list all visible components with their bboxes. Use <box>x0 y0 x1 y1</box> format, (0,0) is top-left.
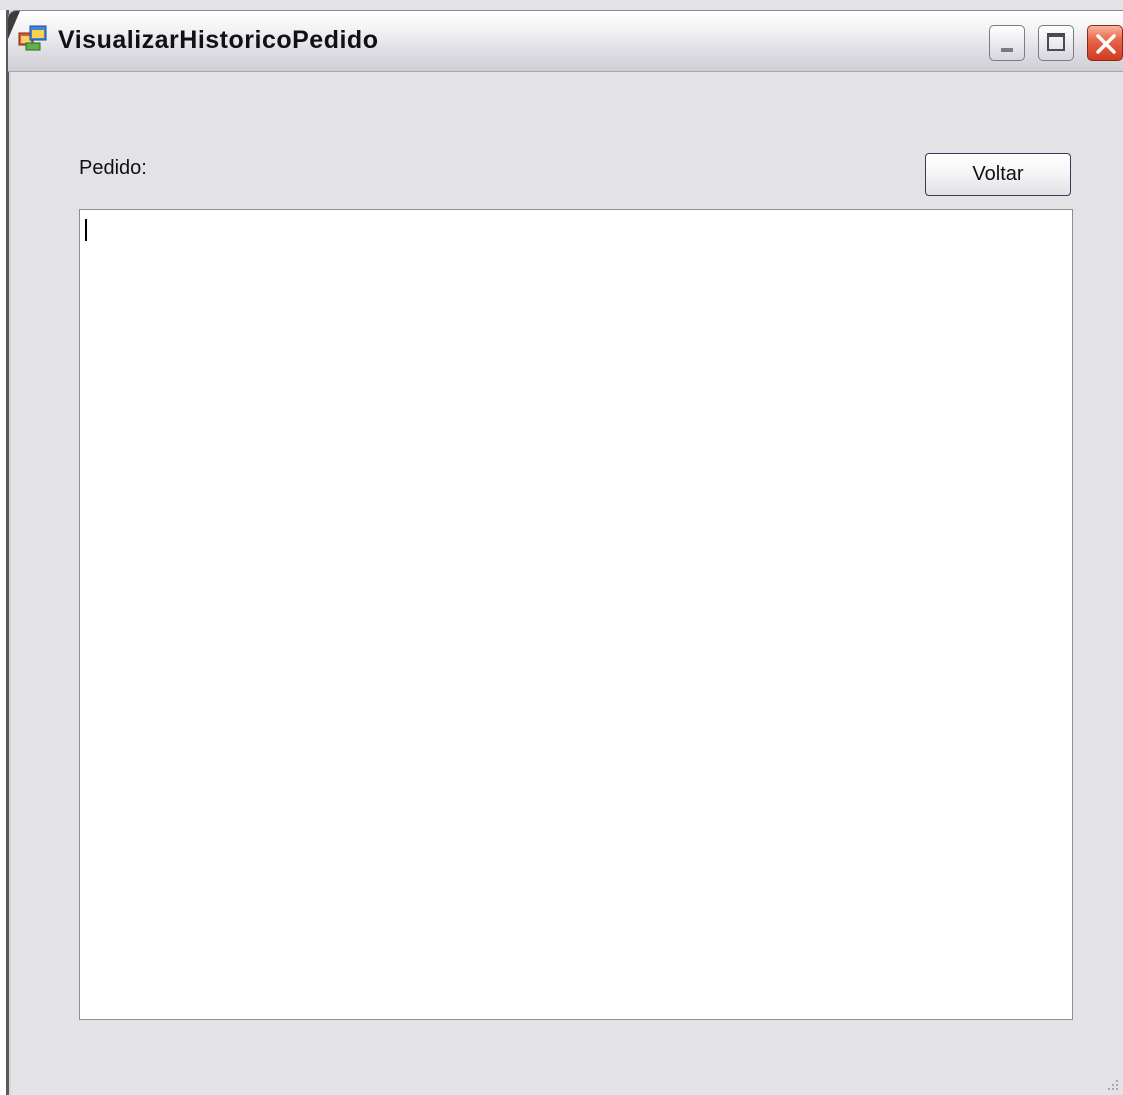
window-left-border <box>0 10 11 1095</box>
application-window: VisualizarHistoricoPedido Pedido: Voltar <box>0 0 1123 1095</box>
pedido-label: Pedido: <box>79 157 147 179</box>
maximize-icon <box>1047 33 1065 51</box>
minimize-button[interactable] <box>989 25 1025 61</box>
voltar-button[interactable]: Voltar <box>925 153 1071 196</box>
resize-grip-icon[interactable] <box>1105 1077 1119 1091</box>
maximize-button[interactable] <box>1038 25 1074 61</box>
app-window-icon[interactable] <box>18 24 48 52</box>
window-title: VisualizarHistoricoPedido <box>58 26 379 54</box>
pedido-textarea[interactable] <box>79 209 1073 1020</box>
text-caret <box>85 219 87 241</box>
close-icon <box>1096 34 1116 54</box>
close-button[interactable] <box>1087 25 1123 61</box>
minimize-icon <box>1001 48 1013 52</box>
